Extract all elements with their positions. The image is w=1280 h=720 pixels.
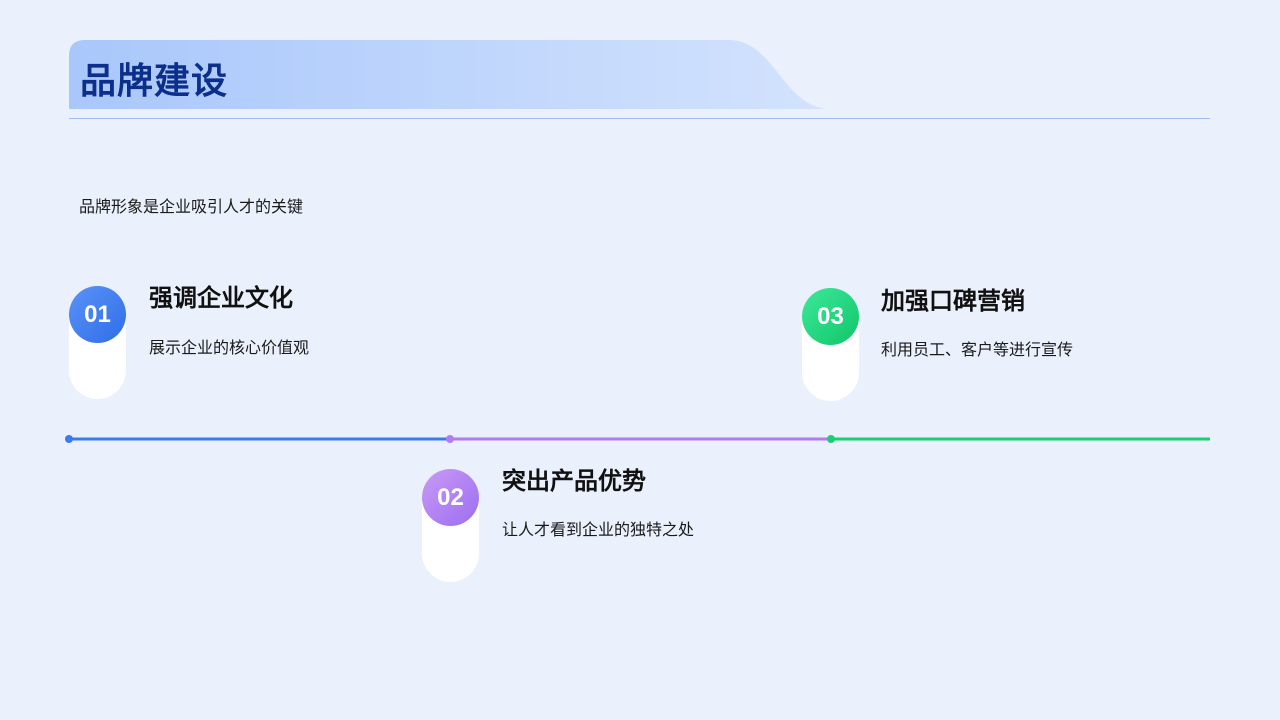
slide: 品牌建设 品牌形象是企业吸引人才的关键 01 强调企业文化 展示企业的核心价值观… [0,0,1280,720]
item-number-badge: 02 [422,469,479,526]
item-title-02: 突出产品优势 [502,467,646,495]
item-desc-01: 展示企业的核心价值观 [149,338,310,357]
item-marker-01: 01 [69,286,126,399]
item-desc-03: 利用员工、客户等进行宣传 [881,340,1074,359]
timeline [65,435,1210,443]
timeline-dot-2 [446,435,454,443]
timeline-dot-1 [65,435,73,443]
item-marker-02: 02 [422,469,479,582]
item-number-badge: 01 [69,286,126,343]
item-number-badge: 03 [802,288,859,345]
item-title-03: 加强口碑营销 [881,287,1025,315]
timeline-dot-3 [827,435,835,443]
item-marker-03: 03 [802,288,859,401]
item-title-01: 强调企业文化 [149,284,293,312]
item-desc-02: 让人才看到企业的独特之处 [502,520,695,539]
